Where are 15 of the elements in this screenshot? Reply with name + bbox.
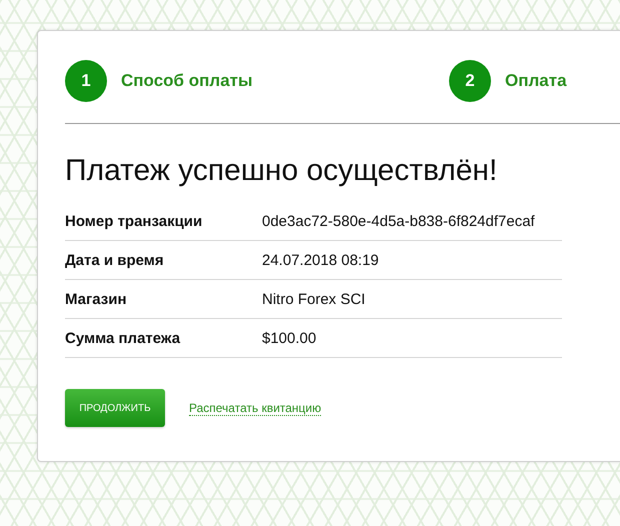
detail-value: Nitro Forex SCI bbox=[262, 290, 366, 308]
continue-button[interactable]: ПРОДОЛЖИТЬ bbox=[65, 389, 165, 427]
success-title: Платеж успешно осуществлён! bbox=[65, 154, 498, 188]
step-number: 1 bbox=[65, 60, 107, 102]
detail-label: Дата и время bbox=[65, 252, 165, 268]
step-label: Оплата bbox=[505, 71, 567, 91]
detail-label: Магазин bbox=[65, 290, 128, 308]
detail-label: Сумма платежа bbox=[65, 330, 182, 346]
step-number: 2 bbox=[449, 60, 491, 102]
detail-value: $100.00 bbox=[262, 330, 316, 346]
detail-value: 24.07.2018 08:19 bbox=[262, 252, 379, 268]
print-receipt-link[interactable]: Распечатать квитанцию bbox=[189, 400, 322, 416]
detail-value: 0de3ac72-580e-4d5a-b838-6f824df7ecaf bbox=[262, 212, 535, 230]
detail-label: Номер транзакции bbox=[65, 212, 204, 230]
step-label: Способ оплаты bbox=[121, 71, 253, 91]
